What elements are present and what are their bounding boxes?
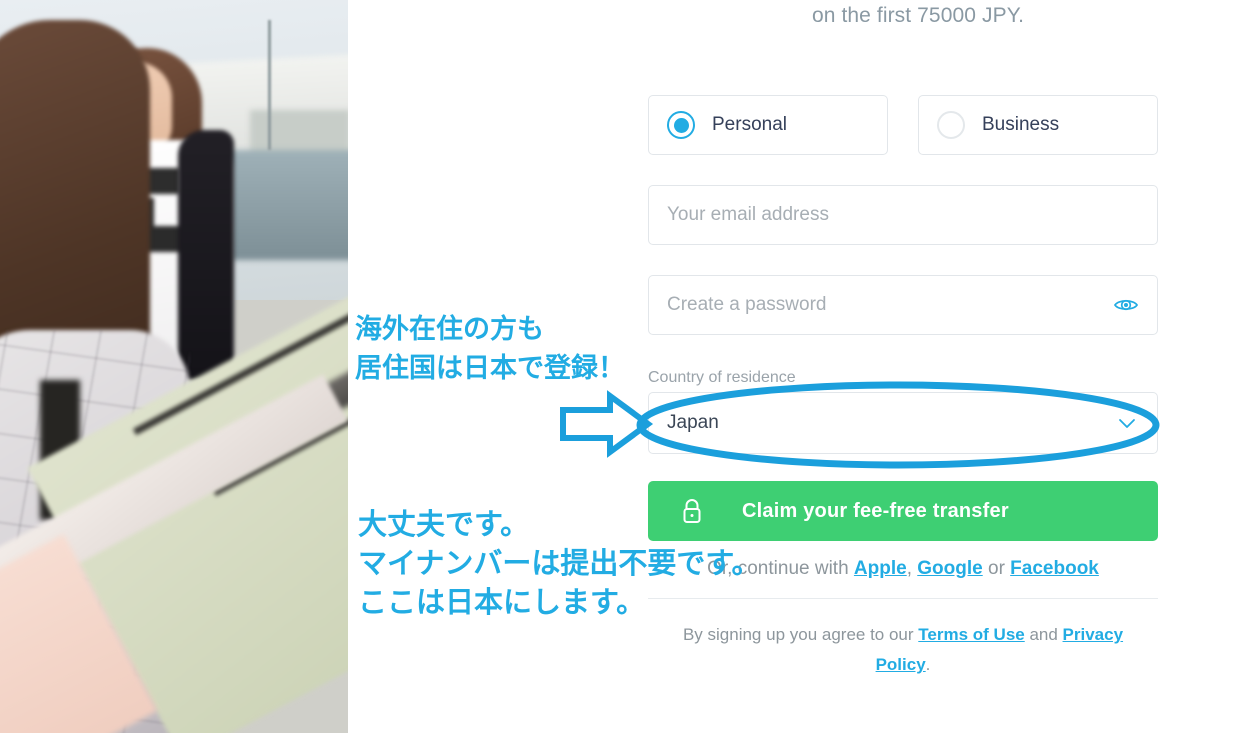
terms-of-use-link[interactable]: Terms of Use [918, 625, 1024, 644]
email-field[interactable]: Your email address [648, 185, 1158, 245]
social-login-google-link[interactable]: Google [917, 558, 982, 579]
divider [648, 598, 1158, 599]
eye-icon[interactable] [1113, 292, 1139, 318]
social-login-row: Or, continue with Apple, Google or Faceb… [648, 558, 1158, 580]
hero-antenna [268, 20, 271, 150]
radio-unselected-icon[interactable] [937, 111, 965, 139]
radio-selected-icon[interactable] [667, 111, 695, 139]
lock-icon [678, 496, 706, 526]
password-field-placeholder: Create a password [667, 294, 827, 315]
signup-screenshot: Send money with no fee on the first 7500… [0, 0, 1249, 733]
legal-prefix: By signing up you agree to our [682, 625, 919, 644]
legal-text: By signing up you agree to our Terms of … [666, 620, 1140, 680]
social-login-prefix: Or, continue with [707, 558, 854, 579]
account-type-business-label: Business [982, 114, 1060, 135]
account-type-personal-label: Personal [712, 114, 787, 135]
account-type-selector: Personal Business [648, 95, 1158, 155]
account-type-personal[interactable]: Personal [648, 95, 888, 155]
social-login-separator: , [906, 558, 918, 579]
social-login-facebook-link[interactable]: Facebook [1010, 558, 1099, 579]
country-of-residence-select[interactable]: Japan [648, 392, 1158, 454]
promo-headline: on the first 75000 JPY. [811, 4, 1025, 27]
claim-fee-free-transfer-label: Claim your fee-free transfer [742, 499, 1009, 522]
claim-fee-free-transfer-button[interactable]: Claim your fee-free transfer [648, 481, 1158, 541]
chevron-down-icon[interactable] [1115, 411, 1139, 435]
account-type-business[interactable]: Business [918, 95, 1158, 155]
social-login-apple-link[interactable]: Apple [854, 558, 907, 579]
password-field[interactable]: Create a password [648, 275, 1158, 335]
signup-form-panel: Send money with no fee on the first 7500… [348, 0, 1249, 733]
legal-middle: and [1024, 625, 1063, 644]
email-field-placeholder: Your email address [667, 204, 829, 225]
country-of-residence-label: Country of residence [648, 369, 796, 386]
hero-photo [0, 0, 348, 733]
legal-suffix: . [925, 655, 931, 674]
country-of-residence-value: Japan [667, 412, 719, 433]
social-login-separator: or [982, 558, 1011, 579]
